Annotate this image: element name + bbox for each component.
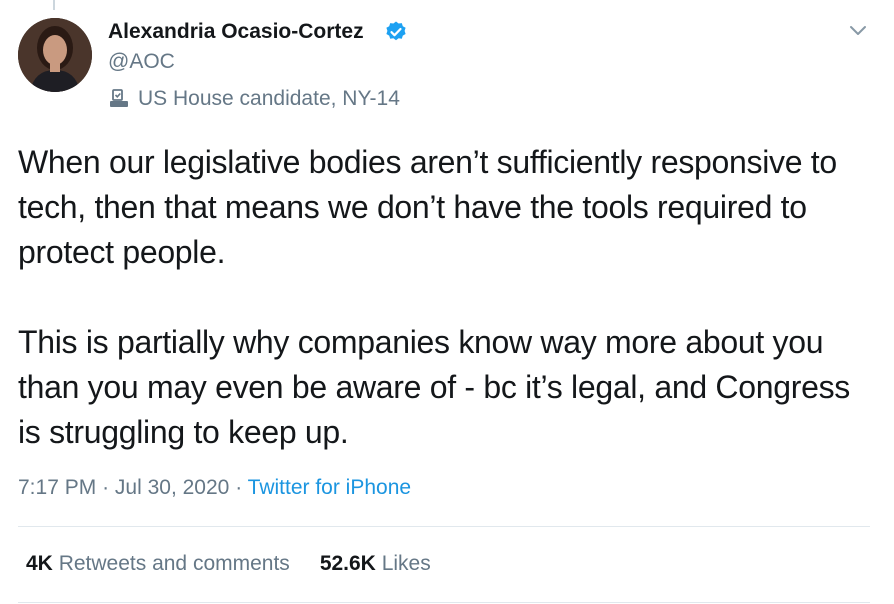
likes-stat[interactable]: 52.6K Likes	[320, 552, 431, 576]
tweet-text: When our legislative bodies aren’t suffi…	[18, 140, 878, 455]
likes-count: 52.6K	[319, 552, 376, 575]
chevron-down-icon[interactable]	[846, 20, 870, 40]
account-label: US House candidate, NY-14	[108, 86, 400, 112]
meta-separator: ·	[102, 476, 110, 499]
tweet-date[interactable]: Jul 30, 2020	[115, 476, 229, 499]
tweet-paragraph: When our legislative bodies aren’t suffi…	[18, 144, 837, 270]
verified-badge-icon	[384, 20, 408, 44]
avatar[interactable]	[18, 18, 92, 92]
retweets-label: Retweets and comments	[58, 552, 290, 575]
retweets-stat[interactable]: 4K Retweets and comments	[26, 552, 290, 576]
avatar-image	[18, 18, 92, 92]
divider	[18, 526, 870, 527]
author-name[interactable]: Alexandria Ocasio-Cortez	[108, 20, 364, 44]
tweet-meta: 7:17 PM · Jul 30, 2020 · Twitter for iPh…	[18, 476, 411, 500]
tweet-time[interactable]: 7:17 PM	[18, 476, 96, 499]
account-label-text: US House candidate, NY-14	[138, 87, 400, 110]
divider	[18, 602, 870, 603]
ballot-box-icon	[108, 88, 130, 110]
meta-separator: ·	[235, 476, 243, 499]
tweet-paragraph: This is partially why companies know way…	[18, 324, 850, 450]
retweets-count: 4K	[26, 552, 53, 575]
tweet-stats: 4K Retweets and comments 52.6K Likes	[26, 552, 431, 576]
author-handle[interactable]: @AOC	[108, 50, 175, 74]
tweet-source-link[interactable]: Twitter for iPhone	[248, 476, 411, 499]
likes-label: Likes	[381, 552, 431, 575]
thread-connector-line	[53, 0, 55, 10]
